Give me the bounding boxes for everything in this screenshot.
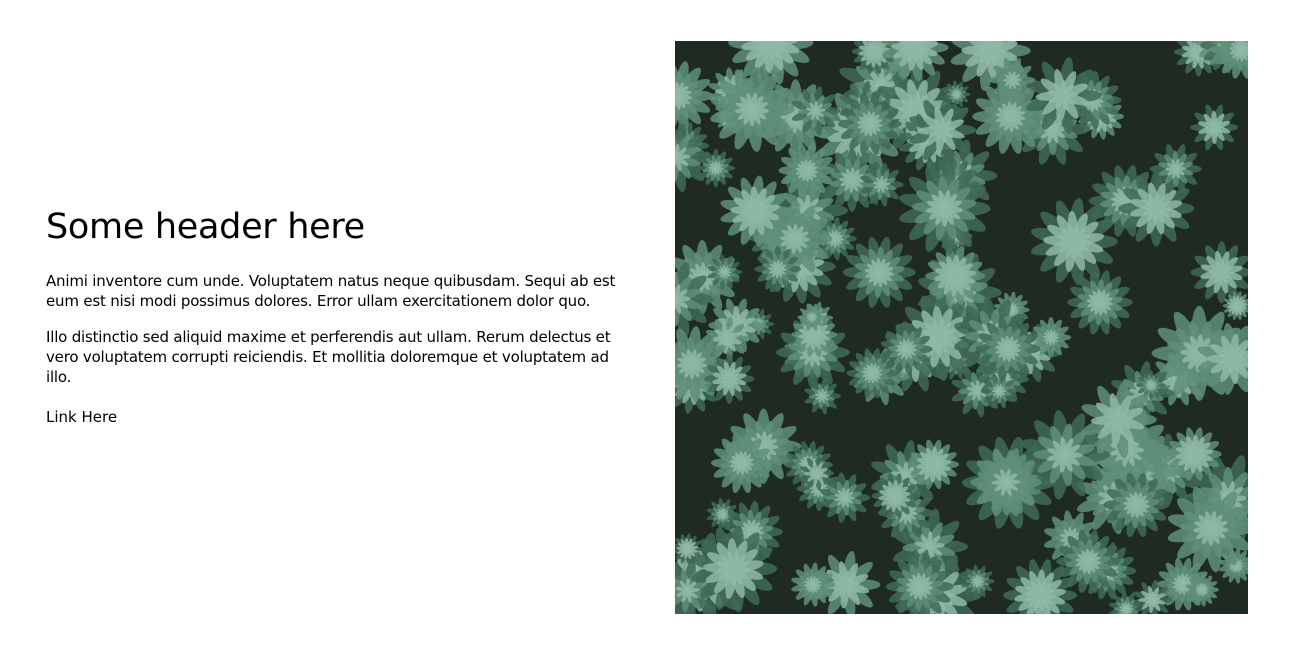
body-paragraph-1: Animi inventore cum unde. Voluptatem nat… xyxy=(46,272,616,310)
body-paragraph-2: Illo distinctio sed aliquid maxime et pe… xyxy=(46,328,611,386)
page-title: Some header here xyxy=(46,207,365,247)
succulent-photo xyxy=(675,41,1248,614)
link-here[interactable]: Link Here xyxy=(46,407,117,427)
succulent-image xyxy=(675,41,1248,614)
content-section: Some header here Animi inventore cum und… xyxy=(46,206,618,427)
